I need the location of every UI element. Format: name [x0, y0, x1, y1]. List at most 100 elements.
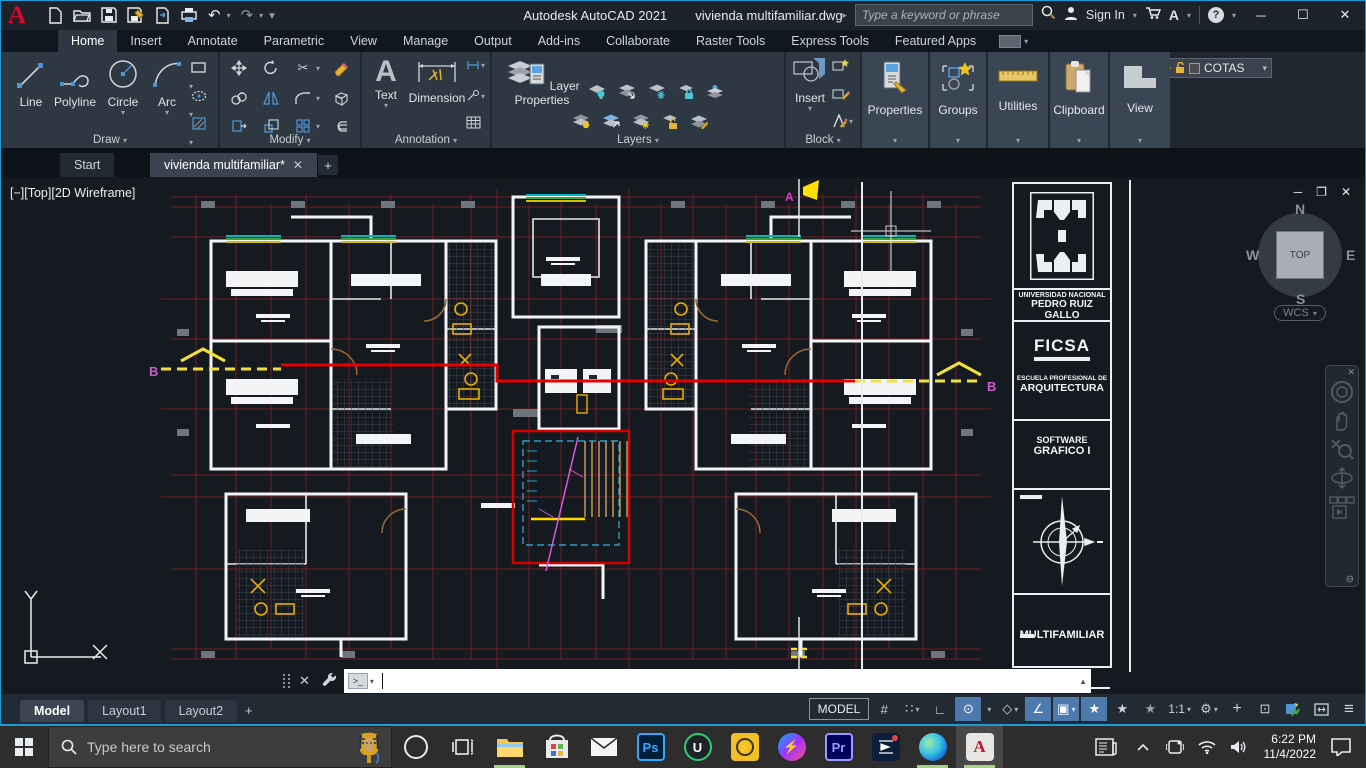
grid-display-toggle[interactable]: # — [871, 697, 897, 721]
navigation-bar[interactable]: ✕ ⊖ — [1325, 365, 1359, 587]
table-tool[interactable] — [466, 116, 481, 134]
command-close-icon[interactable]: ✕ — [299, 673, 310, 689]
undo-icon[interactable]: ↶ — [208, 6, 221, 24]
save-as-icon[interactable] — [127, 7, 145, 23]
layout2-tab[interactable]: Layout2 — [165, 700, 237, 722]
exchange-dropdown-icon[interactable]: ▾ — [1187, 11, 1191, 20]
viewcube-north[interactable]: N — [1295, 201, 1305, 217]
layout1-tab[interactable]: Layout1 — [88, 700, 160, 722]
command-grip-handle[interactable] — [281, 668, 293, 694]
leader-tool[interactable]: ▾ — [466, 90, 485, 102]
messenger-taskbar-icon[interactable]: ⚡ — [768, 726, 815, 768]
pan-icon[interactable] — [1331, 410, 1353, 432]
layer-on-tool[interactable] — [572, 114, 590, 129]
layer-make-current-tool[interactable] — [706, 84, 724, 99]
driver-booster-taskbar-icon[interactable]: ⚡ — [721, 726, 768, 768]
autocad-app-menu-icon[interactable]: A — [8, 2, 34, 28]
ribbon-display-toggle[interactable]: ▾ — [999, 35, 1028, 48]
copy-tool[interactable] — [228, 90, 250, 106]
rotate-tool[interactable] — [260, 60, 282, 76]
layer-unisolate-tool[interactable] — [602, 114, 620, 129]
new-drawing-tab-button[interactable]: + — [318, 155, 338, 175]
command-recent-dropdown-icon[interactable]: ▾ — [370, 677, 374, 686]
layers-panel-label[interactable]: Layers ▾ — [492, 134, 784, 146]
isodraft-toggle[interactable]: ◇▾ — [997, 697, 1023, 721]
sign-in-label[interactable]: Sign In — [1086, 8, 1125, 22]
microsoft-store-taskbar-icon[interactable] — [533, 726, 580, 768]
annotation-autoscale-toggle[interactable]: ★ — [1109, 697, 1135, 721]
dwg-restore-icon[interactable]: ❐ — [1316, 185, 1327, 199]
redo-icon[interactable]: ↷ — [241, 6, 254, 24]
edit-attributes-tool[interactable]: ▾ — [832, 114, 853, 129]
orbit-icon[interactable] — [1330, 466, 1354, 490]
modify-panel-label[interactable]: Modify ▾ — [220, 134, 360, 146]
help-icon[interactable]: ? — [1208, 7, 1224, 23]
photoshop-taskbar-icon[interactable]: Ps — [627, 726, 674, 768]
tab-view[interactable]: View — [337, 30, 390, 52]
export-icon[interactable] — [155, 7, 170, 24]
save-icon[interactable] — [101, 7, 117, 23]
edit-block-tool[interactable] — [832, 86, 850, 106]
scale-tool[interactable] — [260, 118, 282, 134]
tab-featured-apps[interactable]: Featured Apps — [882, 30, 989, 52]
show-motion-icon[interactable] — [1329, 496, 1355, 520]
tab-add-ins[interactable]: Add-ins — [525, 30, 593, 52]
explode-tool[interactable] — [330, 90, 352, 106]
tab-manage[interactable]: Manage — [390, 30, 461, 52]
viewcube-east[interactable]: E — [1346, 247, 1355, 263]
object-snap-toggle[interactable]: ▣▾ — [1053, 697, 1079, 721]
line-button[interactable]: Line — [10, 58, 52, 109]
block-panel-label[interactable]: Block ▾ — [786, 134, 860, 146]
new-file-icon[interactable] — [48, 7, 63, 24]
layer-lock-tool[interactable] — [678, 84, 694, 99]
taskbar-search-box[interactable] — [48, 726, 392, 768]
tab-raster-tools[interactable]: Raster Tools — [683, 30, 778, 52]
dwg-minimize-icon[interactable]: ─ — [1294, 185, 1303, 199]
tab-home[interactable]: Home — [58, 30, 117, 52]
wifi-icon[interactable] — [1194, 726, 1220, 768]
circle-button[interactable]: Circle▾ — [102, 58, 144, 116]
graphics-performance-icon[interactable] — [1280, 697, 1306, 721]
annotation-scale-value[interactable]: 1:1▾ — [1165, 697, 1194, 721]
start-button[interactable] — [0, 726, 48, 768]
tab-express-tools[interactable]: Express Tools — [778, 30, 882, 52]
wcs-menu[interactable]: WCS▾ — [1274, 305, 1326, 321]
tab-output[interactable]: Output — [461, 30, 525, 52]
steering-wheel-icon[interactable] — [1330, 380, 1354, 404]
erase-tool[interactable] — [330, 60, 352, 76]
tray-expand-icon[interactable] — [1130, 726, 1156, 768]
status-menu-icon[interactable]: ≡ — [1336, 697, 1362, 721]
command-customize-icon[interactable] — [322, 672, 338, 691]
app-store-cart-icon[interactable] — [1145, 6, 1161, 25]
utilities-panel[interactable]: Utilities▾ — [988, 52, 1048, 148]
layer-properties-button[interactable]: LayerProperties — [504, 56, 580, 107]
offset-tool[interactable] — [330, 118, 352, 134]
help-dropdown-icon[interactable]: ▾ — [1232, 11, 1236, 20]
redo-dropdown-icon[interactable]: ▾ — [259, 11, 263, 20]
layer-freeze-tool[interactable] — [648, 84, 666, 99]
dwg-close-icon[interactable]: ✕ — [1341, 185, 1351, 199]
mirror-tool[interactable] — [260, 90, 282, 106]
snap-mode-toggle[interactable]: ∷▾ — [899, 697, 925, 721]
taskbar-search-input[interactable] — [87, 739, 287, 755]
command-resize-icon[interactable]: ▲ — [1079, 677, 1087, 686]
stretch-tool[interactable] — [228, 118, 250, 134]
layer-off-tool[interactable] — [588, 84, 606, 99]
create-block-tool[interactable] — [832, 58, 850, 78]
layer-unlock-tool[interactable] — [662, 114, 678, 129]
insert-button[interactable]: Insert▾ — [790, 56, 830, 112]
model-space-toggle[interactable]: MODEL — [809, 698, 870, 720]
clipboard-panel[interactable]: Clipboard▾ — [1050, 52, 1108, 148]
trim-tool[interactable]: ✂ — [292, 60, 314, 76]
text-button[interactable]: A Text▾ — [368, 56, 404, 109]
open-file-icon[interactable] — [73, 8, 91, 23]
draw-panel-label[interactable]: Draw ▾ — [2, 134, 218, 146]
navbar-close-icon[interactable]: ✕ — [1347, 367, 1355, 378]
tab-parametric[interactable]: Parametric — [251, 30, 337, 52]
layer-match-tool[interactable] — [690, 114, 708, 129]
new-layout-button[interactable]: + — [237, 700, 260, 722]
viewcube[interactable]: N W E S TOP WCS▾ — [1254, 205, 1346, 325]
edge-taskbar-icon[interactable] — [909, 726, 956, 768]
maximize-button[interactable]: ☐ — [1282, 0, 1324, 30]
object-snap-tracking-toggle[interactable]: ∠ — [1025, 697, 1051, 721]
